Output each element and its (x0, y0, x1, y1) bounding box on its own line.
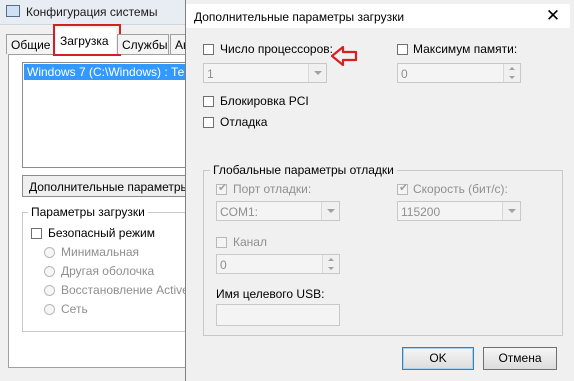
max-memory-label: Максимум памяти: (413, 42, 518, 56)
usb-target-input[interactable] (216, 304, 340, 326)
baud-rate-value: 115200 (401, 205, 441, 219)
safe-mode-checkbox[interactable] (31, 228, 42, 239)
radio-alt-shell[interactable] (44, 266, 55, 277)
debug-port-label: Порт отладки: (233, 182, 312, 196)
system-config-titlebar: Конфигурация системы (0, 0, 190, 25)
channel-value: 0 (220, 258, 227, 272)
channel-checkbox[interactable] (216, 237, 227, 248)
system-config-icon (6, 5, 20, 17)
num-processors-combo[interactable]: 1 (203, 63, 327, 83)
debug-port-combo[interactable]: COM1: (216, 201, 340, 221)
system-config-title: Конфигурация системы (26, 5, 158, 19)
tab-boot-highlight (53, 24, 121, 56)
max-memory-value: 0 (401, 67, 408, 81)
chevron-down-icon (321, 202, 339, 220)
num-processors-checkbox[interactable] (203, 44, 214, 55)
tab-general[interactable]: Общие (6, 34, 54, 54)
baud-rate-checkbox[interactable]: ✔ (397, 182, 409, 195)
os-list-item[interactable]: Windows 7 (C:\Windows) : Текущ (24, 64, 190, 80)
cancel-button[interactable]: Отмена (483, 347, 557, 370)
checkmark-icon: ✔ (218, 182, 228, 194)
usb-target-label: Имя целевого USB: (216, 287, 325, 301)
max-memory-checkbox[interactable] (397, 44, 408, 55)
pci-lock-checkbox[interactable] (203, 96, 214, 107)
channel-spinner[interactable]: 0 (216, 254, 340, 274)
debug-port-value: COM1: (220, 205, 259, 219)
radio-ad-repair[interactable] (44, 285, 55, 296)
spin-down-icon[interactable] (503, 73, 520, 82)
global-debug-group-label: Глобальные параметры отладки (210, 163, 397, 177)
dialog-titlebar: Дополнительные параметры загрузки (186, 4, 570, 28)
num-processors-label: Число процессоров: (220, 42, 333, 56)
chevron-down-icon (502, 202, 520, 220)
debug-port-checkbox[interactable]: ✔ (216, 182, 228, 195)
chevron-down-icon (308, 64, 326, 82)
radio-minimal[interactable] (44, 247, 55, 258)
arrow-left-icon (330, 45, 358, 67)
close-icon[interactable]: ✕ (544, 7, 562, 25)
max-memory-spinner[interactable]: 0 (397, 63, 521, 83)
advanced-options-button[interactable]: Дополнительные параметры... (22, 175, 190, 197)
pci-lock-label: Блокировка PCI (220, 94, 309, 108)
debug-label: Отладка (220, 115, 268, 129)
spin-down-icon[interactable] (322, 264, 339, 273)
ok-button[interactable]: OK (402, 347, 474, 370)
channel-label: Канал (233, 235, 267, 249)
boot-options-group-label: Параметры загрузки (28, 205, 148, 219)
radio-network[interactable] (44, 304, 55, 315)
radio-ad-repair-label: Восстановление Active D (61, 283, 188, 297)
safe-mode-label: Безопасный режим (48, 226, 155, 240)
checkmark-icon: ✔ (399, 182, 409, 194)
tab-services[interactable]: Службы (117, 34, 169, 54)
radio-minimal-label: Минимальная (61, 245, 140, 259)
radio-alt-shell-label: Другая оболочка (61, 264, 155, 278)
baud-rate-combo[interactable]: 115200 (397, 201, 521, 221)
dialog-title: Дополнительные параметры загрузки (194, 10, 405, 24)
radio-network-label: Сеть (61, 302, 88, 316)
debug-checkbox[interactable] (203, 117, 214, 128)
baud-rate-label: Скорость (бит/с): (413, 182, 508, 196)
num-processors-value: 1 (207, 67, 214, 81)
